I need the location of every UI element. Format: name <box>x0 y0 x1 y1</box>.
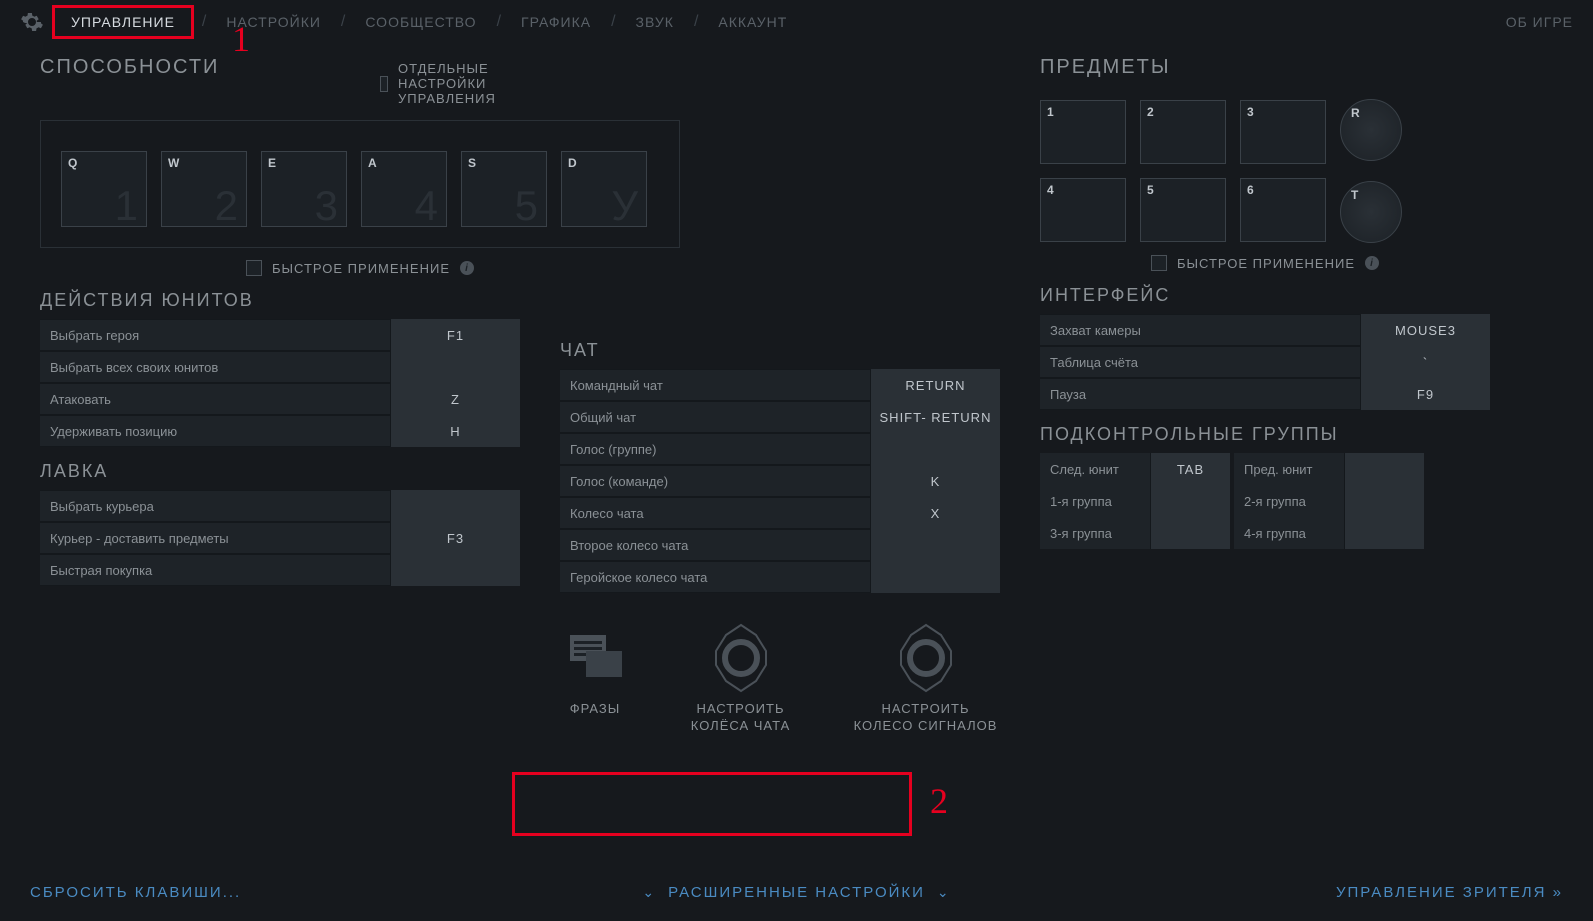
tab-about[interactable]: ОБ ИГРЕ <box>1506 14 1573 30</box>
group-cell[interactable]: 2-я группа <box>1234 485 1424 517</box>
group-cell[interactable]: След. юнитTAB <box>1040 453 1230 485</box>
phrases-button[interactable]: ФРАЗЫ <box>560 623 630 735</box>
neutral-item-slot[interactable]: R <box>1340 99 1402 161</box>
ability-slot[interactable]: DУ <box>561 151 647 227</box>
bind-row[interactable]: ПаузаF9 <box>1040 378 1490 410</box>
tab-separator: / <box>341 13 345 31</box>
bind-row[interactable]: Второе колесо чата <box>560 529 1000 561</box>
tab-controls[interactable]: УПРАВЛЕНИЕ <box>52 5 194 39</box>
bind-row[interactable]: Выбрать всех своих юнитов <box>40 351 520 383</box>
item-slot[interactable]: 5 <box>1140 178 1226 242</box>
bind-row[interactable]: Захват камерыMOUSE3 <box>1040 314 1490 346</box>
separate-controls-checkbox[interactable] <box>380 76 388 92</box>
shop-title: ЛАВКА <box>40 461 520 482</box>
bind-row[interactable]: Выбрать герояF1 <box>40 319 520 351</box>
chevron-down-icon: ⌄ <box>642 884 656 901</box>
interface-list: Захват камерыMOUSE3 Таблица счёта` Пауза… <box>1040 314 1490 410</box>
chat-title: ЧАТ <box>560 340 1000 361</box>
chat-icon-buttons: ФРАЗЫ НАСТРОИТЬ КОЛЁСА ЧАТА НАСТРОИТЬ КО… <box>560 623 1000 735</box>
annotation-1: 1 <box>232 18 250 60</box>
column-middle: ЧАТ Командный чатRETURN Общий чатSHIFT- … <box>560 326 1000 735</box>
groups-grid: След. юнитTAB Пред. юнит 1-я группа 2-я … <box>1040 453 1490 549</box>
tab-separator: / <box>497 13 501 31</box>
tab-separator: / <box>611 13 615 31</box>
column-left: СПОСОБНОСТИ ОТДЕЛЬНЫЕ НАСТРОЙКИ УПРАВЛЕН… <box>40 44 520 735</box>
tab-sound[interactable]: ЗВУК <box>624 8 686 36</box>
bottom-bar: СБРОСИТЬ КЛАВИШИ... ⌄ РАСШИРЕННЫЕ НАСТРО… <box>0 884 1593 901</box>
ability-slot[interactable]: W2 <box>161 151 247 227</box>
info-icon[interactable]: i <box>1365 256 1379 270</box>
quickcast-items-checkbox[interactable] <box>1151 255 1167 271</box>
chat-bubbles-icon <box>560 623 630 693</box>
bind-row[interactable]: Общий чатSHIFT- RETURN <box>560 401 1000 433</box>
item-slot[interactable]: 1 <box>1040 100 1126 164</box>
unit-actions-list: Выбрать герояF1 Выбрать всех своих юнито… <box>40 319 520 447</box>
tab-separator: / <box>202 13 206 31</box>
interface-title: ИНТЕРФЕЙС <box>1040 285 1490 306</box>
signal-wheel-button[interactable]: НАСТРОИТЬ КОЛЕСО СИГНАЛОВ <box>851 623 1000 735</box>
item-slot[interactable]: 3 <box>1240 100 1326 164</box>
separate-controls-label: ОТДЕЛЬНЫЕ НАСТРОЙКИ УПРАВЛЕНИЯ <box>398 61 520 106</box>
unit-actions-title: ДЕЙСТВИЯ ЮНИТОВ <box>40 290 520 311</box>
ability-slot[interactable]: E3 <box>261 151 347 227</box>
bind-row[interactable]: Выбрать курьера <box>40 490 520 522</box>
chevron-down-icon: ⌄ <box>937 884 951 901</box>
advanced-settings-button[interactable]: ⌄ РАСШИРЕННЫЕ НАСТРОЙКИ ⌄ <box>642 884 950 901</box>
group-cell[interactable]: 1-я группа <box>1040 485 1230 517</box>
content-area: СПОСОБНОСТИ ОТДЕЛЬНЫЕ НАСТРОЙКИ УПРАВЛЕН… <box>0 44 1593 735</box>
group-cell[interactable]: 4-я группа <box>1234 517 1424 549</box>
column-right: ПРЕДМЕТЫ 1 2 3 4 5 6 R T БЫСТРОЕ <box>1040 44 1490 735</box>
wheel-icon <box>891 623 961 693</box>
ability-slot[interactable]: A4 <box>361 151 447 227</box>
shop-list: Выбрать курьера Курьер - доставить предм… <box>40 490 520 586</box>
group-cell[interactable]: Пред. юнит <box>1234 453 1424 485</box>
groups-title: ПОДКОНТРОЛЬНЫЕ ГРУППЫ <box>1040 424 1490 445</box>
bind-row[interactable]: Голос (группе) <box>560 433 1000 465</box>
items-title: ПРЕДМЕТЫ <box>1040 56 1490 79</box>
annotation-2: 2 <box>930 780 948 822</box>
item-slots-area: 1 2 3 4 5 6 R T <box>1040 99 1490 243</box>
quickcast-items-label: БЫСТРОЕ ПРИМЕНЕНИЕ <box>1177 256 1355 271</box>
tab-account[interactable]: АККАУНТ <box>706 8 799 36</box>
bind-row[interactable]: Удерживать позициюH <box>40 415 520 447</box>
info-icon[interactable]: i <box>460 261 474 275</box>
tab-community[interactable]: СООБЩЕСТВО <box>353 8 488 36</box>
bind-row[interactable]: АтаковатьZ <box>40 383 520 415</box>
bind-row[interactable]: Геройское колесо чата <box>560 561 1000 593</box>
item-slot[interactable]: 6 <box>1240 178 1326 242</box>
wheel-icon <box>706 623 776 693</box>
annotation-highlight-2 <box>512 772 912 836</box>
tp-scroll-slot[interactable]: T <box>1340 181 1402 243</box>
chat-wheels-button[interactable]: НАСТРОИТЬ КОЛЁСА ЧАТА <box>680 623 801 735</box>
spectator-controls-button[interactable]: УПРАВЛЕНИЕ ЗРИТЕЛЯ » <box>1336 884 1563 901</box>
group-cell[interactable]: 3-я группа <box>1040 517 1230 549</box>
quickcast-abilities-checkbox[interactable] <box>246 260 262 276</box>
ability-slot[interactable]: S5 <box>461 151 547 227</box>
bind-row[interactable]: Командный чатRETURN <box>560 369 1000 401</box>
item-slot[interactable]: 2 <box>1140 100 1226 164</box>
bind-row[interactable]: Таблица счёта` <box>1040 346 1490 378</box>
chat-list: Командный чатRETURN Общий чатSHIFT- RETU… <box>560 369 1000 593</box>
reset-keys-button[interactable]: СБРОСИТЬ КЛАВИШИ... <box>30 884 241 901</box>
ability-slot[interactable]: Q1 <box>61 151 147 227</box>
bind-row[interactable]: Быстрая покупка <box>40 554 520 586</box>
quickcast-abilities-label: БЫСТРОЕ ПРИМЕНЕНИЕ <box>272 261 450 276</box>
ability-slots-area: Q1 W2 E3 A4 S5 DУ <box>40 120 680 248</box>
bind-row[interactable]: Голос (команде)K <box>560 465 1000 497</box>
tab-separator: / <box>694 13 698 31</box>
bind-row[interactable]: Курьер - доставить предметыF3 <box>40 522 520 554</box>
tab-graphics[interactable]: ГРАФИКА <box>509 8 603 36</box>
gear-icon[interactable] <box>20 10 44 34</box>
item-slot[interactable]: 4 <box>1040 178 1126 242</box>
bind-row[interactable]: Колесо чатаX <box>560 497 1000 529</box>
